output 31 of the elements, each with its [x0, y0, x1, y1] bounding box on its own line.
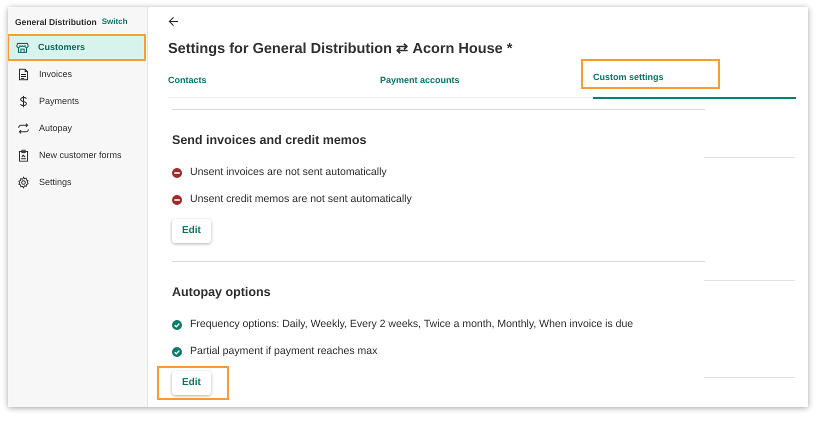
document-icon: [17, 68, 30, 81]
back-arrow-icon[interactable]: [168, 16, 179, 27]
setting-text: Unsent invoices are not sent automatically: [190, 165, 387, 180]
minus-circle-icon: [172, 195, 182, 206]
clipboard-icon: [17, 149, 30, 162]
setting-text: Frequency options: Daily, Weekly, Every 2 weeks, Twice a month, Monthly, When invoice is due: [190, 317, 634, 332]
check-circle-icon: [172, 320, 182, 330]
page-title: Settings for General Distribution ⇄ Acorn House *: [168, 40, 514, 59]
minus-circle-icon: [172, 168, 182, 178]
sidebar-item[interactable]: Customers: [8, 34, 146, 61]
sidebar-item[interactable]: Autopay: [10, 115, 145, 142]
setting-text: Partial payment if payment reaches max: [190, 344, 378, 360]
tab[interactable]: Contacts: [168, 72, 207, 88]
check-circle-icon: [172, 347, 182, 357]
tab[interactable]: Custom settings: [581, 59, 720, 89]
tab[interactable]: Payment accounts: [380, 72, 460, 88]
sidebar-item[interactable]: Payments: [10, 88, 145, 115]
repeat-icon: [17, 122, 30, 135]
store-icon: [16, 41, 29, 54]
edit-button[interactable]: Edit: [172, 218, 211, 243]
sidebar-item[interactable]: Settings: [10, 169, 145, 196]
organization-name: General Distribution: [15, 16, 97, 28]
sidebar-item[interactable]: Invoices: [10, 61, 145, 88]
sidebar-item[interactable]: New customer forms: [10, 142, 145, 169]
dollar-icon: [17, 95, 30, 108]
switch-link[interactable]: Switch: [102, 16, 128, 28]
section-heading: Autopay options: [172, 284, 272, 301]
edit-button[interactable]: Edit: [172, 370, 211, 394]
section-heading: Send invoices and credit memos: [172, 132, 368, 149]
setting-text: Unsent credit memos are not sent automatically: [190, 192, 412, 208]
gear-icon: [17, 176, 30, 189]
